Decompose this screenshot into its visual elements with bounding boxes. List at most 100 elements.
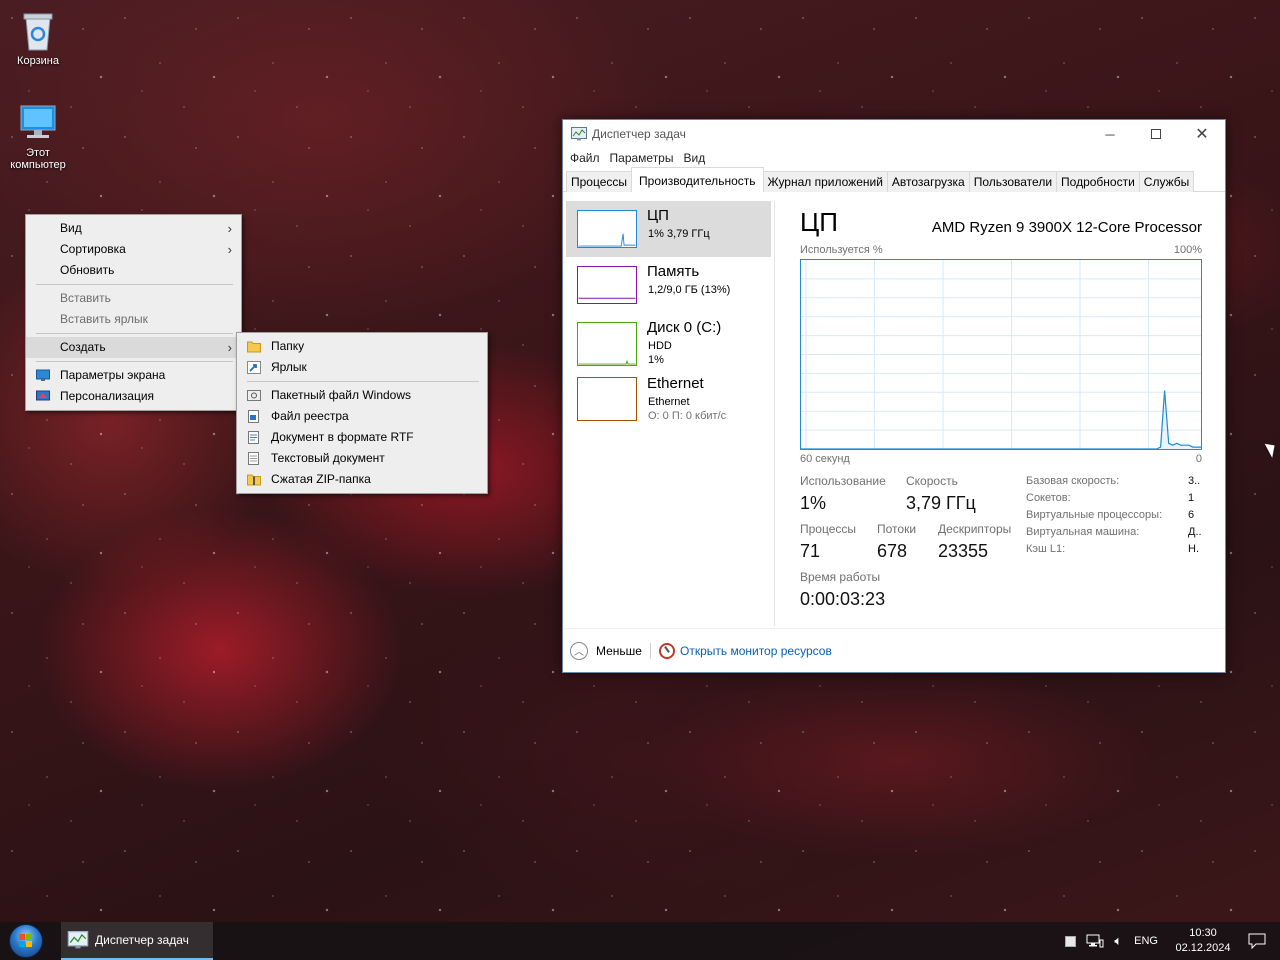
maximize-button[interactable] bbox=[1133, 120, 1179, 148]
chevron-right-icon: › bbox=[227, 221, 232, 236]
zip-folder-icon bbox=[247, 474, 261, 486]
menu-item-personalization[interactable]: Персонализация bbox=[26, 386, 241, 407]
resource-detail: 1,2/9,0 ГБ (13%) bbox=[648, 284, 731, 296]
open-resource-monitor-link[interactable]: Открыть монитор ресурсов bbox=[680, 644, 832, 658]
handles-value: 23355 bbox=[938, 541, 989, 561]
threads-label: Потоки bbox=[877, 522, 917, 536]
menu-item-label: Персонализация bbox=[60, 389, 155, 403]
network-icon[interactable] bbox=[1086, 934, 1104, 948]
menu-item-refresh[interactable]: Обновить bbox=[26, 260, 241, 281]
recycle-bin-icon bbox=[23, 13, 53, 51]
resource-name: ЦП bbox=[647, 207, 669, 224]
menu-separator bbox=[36, 333, 233, 334]
desktop-icon-recycle-bin[interactable]: Корзина bbox=[0, 8, 76, 67]
y-axis-max-label: 100% bbox=[1173, 244, 1202, 256]
submenu-item-folder[interactable]: Папку bbox=[237, 336, 487, 357]
menu-item-label: Текстовый документ bbox=[271, 451, 385, 465]
resource-list: ЦП 1% 3,79 ГГц Память 1,2/9,0 ГБ (13%) Д… bbox=[566, 201, 771, 435]
close-button[interactable]: ✕ bbox=[1179, 120, 1225, 148]
menu-item-new[interactable]: Создать › bbox=[26, 337, 241, 358]
cpu-detail-panel: ЦП AMD Ryzen 9 3900X 12-Core Processor И… bbox=[800, 193, 1202, 628]
resource-item-ethernet[interactable]: Ethernet Ethernet О: 0 П: 0 кбит/с bbox=[566, 375, 771, 435]
resource-name: Диск 0 (C:) bbox=[647, 319, 722, 336]
registry-file-icon bbox=[248, 410, 259, 423]
processes-value: 71 bbox=[800, 541, 821, 561]
submenu-item-rtf-document[interactable]: Документ в формате RTF bbox=[237, 427, 487, 448]
taskbar-app-task-manager[interactable]: Диспетчер задач bbox=[61, 922, 213, 960]
menu-bar: Файл Параметры Вид bbox=[563, 148, 1225, 168]
footer-separator bbox=[649, 642, 651, 659]
menu-options[interactable]: Параметры bbox=[605, 148, 679, 168]
shortcut-icon bbox=[247, 361, 261, 374]
menu-item-view[interactable]: Вид › bbox=[26, 218, 241, 239]
submenu-item-batch-file[interactable]: Пакетный файл Windows bbox=[237, 385, 487, 406]
computer-icon bbox=[20, 105, 56, 138]
submenu-item-zip-folder[interactable]: Сжатая ZIP-папка bbox=[237, 469, 487, 490]
menu-file[interactable]: Файл bbox=[565, 148, 605, 168]
chevron-up-icon: ︿ bbox=[570, 641, 588, 660]
uptime-label: Время работы bbox=[800, 570, 881, 584]
volume-icon[interactable]: 🔈︎ bbox=[1114, 933, 1122, 949]
submenu-item-text-document[interactable]: Текстовый документ bbox=[237, 448, 487, 469]
menu-item-display-settings[interactable]: Параметры экрана bbox=[26, 365, 241, 386]
create-submenu: Папку Ярлык Пакетный файл Windows Файл р… bbox=[236, 332, 488, 494]
chevron-right-icon: › bbox=[227, 340, 232, 355]
fewer-details-button[interactable]: ︿ Меньше bbox=[570, 641, 642, 660]
start-button[interactable] bbox=[9, 924, 43, 958]
memory-thumbnail-graph bbox=[577, 266, 637, 304]
menu-item-paste-shortcut: Вставить ярлык bbox=[26, 309, 241, 330]
tab-services[interactable]: Службы bbox=[1138, 171, 1195, 192]
tab-processes[interactable]: Процессы bbox=[566, 171, 633, 192]
menu-separator bbox=[36, 361, 233, 362]
tab-performance[interactable]: Производительность bbox=[631, 167, 764, 192]
desktop-icon-this-pc[interactable]: Этот компьютер bbox=[0, 102, 76, 171]
resource-detail: HDD 1% bbox=[648, 339, 672, 367]
resource-item-disk[interactable]: Диск 0 (C:) HDD 1% bbox=[566, 313, 771, 375]
window-title: Диспетчер задач bbox=[592, 127, 686, 141]
clock[interactable]: 10:30 02.12.2024 bbox=[1172, 926, 1234, 956]
resource-item-memory[interactable]: Память 1,2/9,0 ГБ (13%) bbox=[566, 257, 771, 313]
cpu-usage-graph bbox=[800, 259, 1202, 450]
submenu-item-registry-file[interactable]: Файл реестра bbox=[237, 406, 487, 427]
task-manager-footer: ︿ Меньше Открыть монитор ресурсов bbox=[563, 628, 1225, 672]
tab-app-history[interactable]: Журнал приложений bbox=[762, 171, 888, 192]
menu-item-label: Папку bbox=[271, 339, 305, 353]
tab-details[interactable]: Подробности bbox=[1056, 171, 1140, 192]
menu-item-label: Файл реестра bbox=[271, 409, 349, 423]
info-value-sockets: 1 bbox=[1188, 492, 1195, 504]
chevron-right-icon: › bbox=[227, 242, 232, 257]
info-label-base-speed: Базовая скорость: bbox=[1026, 475, 1120, 487]
notification-icon[interactable] bbox=[1248, 933, 1266, 949]
language-indicator[interactable]: ENG bbox=[1134, 935, 1158, 947]
menu-item-label: Обновить bbox=[60, 263, 115, 277]
resource-name: Память bbox=[647, 263, 700, 280]
close-icon: ✕ bbox=[1195, 126, 1209, 143]
disk-type: HDD bbox=[648, 340, 672, 352]
resource-item-cpu[interactable]: ЦП 1% 3,79 ГГц bbox=[566, 201, 771, 257]
pane-divider[interactable] bbox=[774, 201, 775, 626]
info-label-l1-cache: Кэш L1: bbox=[1026, 543, 1066, 555]
tab-startup[interactable]: Автозагрузка bbox=[886, 171, 970, 192]
clock-time: 10:30 bbox=[1189, 927, 1217, 939]
menu-separator bbox=[247, 381, 479, 382]
usage-value: 1% bbox=[800, 493, 827, 513]
threads-value: 678 bbox=[877, 541, 908, 561]
tray-square-icon[interactable] bbox=[1065, 935, 1077, 947]
menu-item-sort[interactable]: Сортировка › bbox=[26, 239, 241, 260]
menu-item-label: Вставить bbox=[60, 291, 111, 305]
fewer-details-label: Меньше bbox=[596, 643, 642, 658]
personalization-icon bbox=[36, 390, 50, 401]
tab-users[interactable]: Пользователи bbox=[968, 171, 1058, 192]
usage-label: Использование bbox=[800, 474, 886, 488]
performance-body: ЦП 1% 3,79 ГГц Память 1,2/9,0 ГБ (13%) Д… bbox=[563, 193, 1225, 628]
submenu-item-shortcut[interactable]: Ярлык bbox=[237, 357, 487, 378]
y-axis-label: Используется % bbox=[800, 244, 883, 256]
info-value-virtual-processors: 6 bbox=[1188, 509, 1195, 521]
text-document-icon bbox=[248, 452, 259, 465]
minimize-button[interactable]: ─ bbox=[1087, 120, 1133, 148]
menu-item-label: Пакетный файл Windows bbox=[271, 388, 412, 402]
menu-view[interactable]: Вид bbox=[678, 148, 710, 168]
task-manager-window: Диспетчер задач ─ ✕ Файл Параметры Вид П… bbox=[562, 119, 1226, 673]
disk-usage: 1% bbox=[648, 354, 664, 366]
task-manager-icon bbox=[67, 931, 89, 949]
